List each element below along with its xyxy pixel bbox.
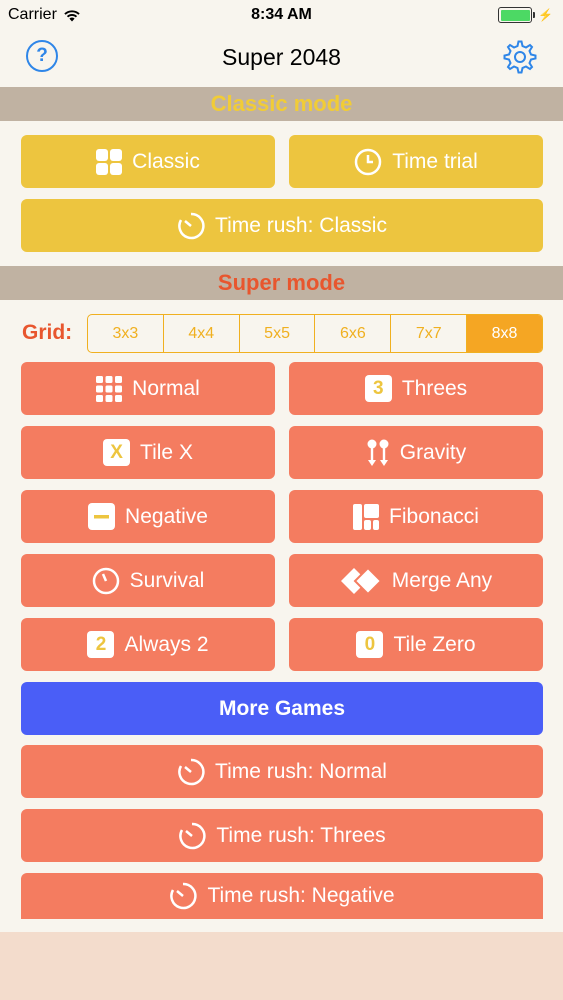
grid-option-4x4[interactable]: 4x4 — [164, 315, 240, 352]
tile-x-button[interactable]: X Tile X — [21, 426, 275, 479]
negative-button[interactable]: Negative — [21, 490, 275, 543]
status-time: 8:34 AM — [251, 6, 312, 23]
nine-tiles-icon — [96, 375, 123, 402]
merge-any-button-label: Merge Any — [391, 568, 493, 592]
x-tile-icon: X — [103, 439, 131, 466]
grid-option-6x6[interactable]: 6x6 — [315, 315, 392, 352]
time-rush-negative-button[interactable]: Time rush: Negative — [21, 873, 543, 919]
time-rush-normal-button[interactable]: Time rush: Normal — [21, 745, 543, 798]
status-bar: Carrier 8:34 AM ⚡ — [0, 0, 563, 30]
more-games-button[interactable]: More Games — [21, 682, 543, 735]
gravity-arrows-icon — [366, 439, 390, 467]
time-rush-classic-label: Time rush: Classic — [215, 213, 387, 237]
threes-button[interactable]: 3 Threes — [289, 362, 543, 415]
minus-tile-icon — [88, 503, 116, 530]
classic-mode-header: Classic mode — [0, 87, 563, 121]
gravity-button[interactable]: Gravity — [289, 426, 543, 479]
bottom-banner-area — [0, 932, 563, 1000]
time-trial-button-label: Time trial — [392, 149, 478, 173]
three-tile-icon: 3 — [364, 375, 392, 402]
fibonacci-button[interactable]: Fibonacci — [289, 490, 543, 543]
timer-icon — [178, 822, 206, 850]
timer-icon — [177, 758, 205, 786]
more-games-label: More Games — [218, 696, 346, 720]
grid-option-8x8[interactable]: 8x8 — [467, 315, 542, 352]
always-2-button[interactable]: 2 Always 2 — [21, 618, 275, 671]
time-rush-negative-label: Time rush: Negative — [207, 884, 395, 907]
grid-option-3x3[interactable]: 3x3 — [88, 315, 164, 352]
classic-button[interactable]: Classic — [21, 135, 275, 188]
time-rush-normal-label: Time rush: Normal — [215, 759, 387, 783]
fibonacci-button-label: Fibonacci — [389, 504, 479, 528]
grid-option-5x5[interactable]: 5x5 — [240, 315, 316, 352]
charging-icon: ⚡ — [538, 8, 553, 22]
gravity-button-label: Gravity — [399, 440, 467, 464]
time-rush-threes-button[interactable]: Time rush: Threes — [21, 809, 543, 862]
navigation-bar: ? Super 2048 — [0, 30, 563, 86]
grid-option-7x7[interactable]: 7x7 — [391, 315, 468, 352]
merge-any-button[interactable]: Merge Any — [289, 554, 543, 607]
tile-x-button-label: Tile X — [140, 440, 193, 464]
clock-icon — [354, 148, 382, 176]
grid-label: Grid: — [22, 321, 73, 344]
timer-icon — [177, 212, 205, 240]
four-tiles-icon — [96, 148, 123, 175]
tile-zero-button[interactable]: 0 Tile Zero — [289, 618, 543, 671]
time-trial-button[interactable]: Time trial — [289, 135, 543, 188]
fibonacci-tiles-icon — [353, 503, 380, 530]
normal-button[interactable]: Normal — [21, 362, 275, 415]
classic-button-label: Classic — [132, 149, 200, 173]
time-rush-classic-button[interactable]: Time rush: Classic — [21, 199, 543, 252]
grid-size-selector: 3x3 4x4 5x5 6x6 7x7 8x8 — [87, 314, 543, 353]
gear-icon[interactable] — [503, 40, 537, 74]
threes-button-label: Threes — [401, 376, 468, 400]
timer-icon — [169, 882, 198, 910]
page-title: Super 2048 — [222, 44, 341, 70]
battery-icon — [498, 7, 533, 23]
merge-diamonds-icon — [340, 566, 382, 595]
two-tile-icon: 2 — [87, 631, 115, 658]
tile-zero-button-label: Tile Zero — [393, 632, 476, 656]
normal-button-label: Normal — [132, 376, 200, 400]
time-rush-threes-label: Time rush: Threes — [216, 823, 386, 847]
survival-timer-icon — [92, 567, 120, 595]
negative-button-label: Negative — [125, 504, 208, 528]
survival-button-label: Survival — [129, 568, 205, 592]
super-mode-header: Super mode — [0, 266, 563, 300]
zero-tile-icon: 0 — [356, 631, 384, 658]
survival-button[interactable]: Survival — [21, 554, 275, 607]
battery-indicator: ⚡ — [498, 7, 553, 23]
always-2-button-label: Always 2 — [124, 632, 209, 656]
